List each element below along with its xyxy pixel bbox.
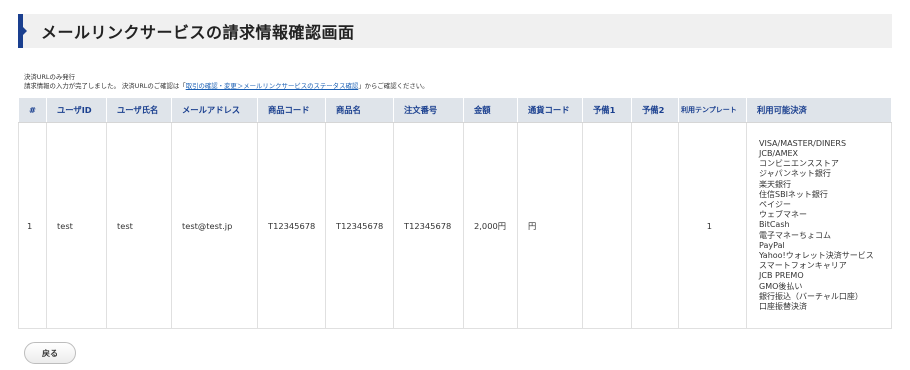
payment-method-item: JCB PREMO [759, 271, 804, 281]
payment-method-item: PayPal [759, 240, 785, 250]
table-header-row: # ユーザID ユーザ氏名 メールアドレス 商品コード 商品名 注文番号 金額 … [18, 97, 892, 123]
payment-method-item: スマートフォンキャリア [759, 261, 847, 271]
payment-method-item: 住信SBIネット銀行 [759, 189, 828, 199]
header-product-code: 商品コード [257, 97, 326, 123]
payment-method-item: ペイジー [759, 199, 791, 209]
cell-email: test@test.jp [171, 122, 258, 329]
header-order-number: 注文番号 [393, 97, 464, 123]
page-title: メールリンクサービスの請求情報確認画面 [41, 23, 355, 42]
cell-user-id: test [46, 122, 107, 329]
header-reserve-1: 予備1 [582, 97, 632, 123]
header-index: # [18, 97, 47, 123]
cell-template: 1 [678, 122, 747, 329]
header-product-name: 商品名 [325, 97, 394, 123]
title-accent-notch [23, 27, 27, 35]
completion-notes: 決済URLのみ発行 請求情報の入力が完了しました。 決済URLのご確認は「取引の… [24, 73, 429, 91]
billing-info-table: # ユーザID ユーザ氏名 メールアドレス 商品コード 商品名 注文番号 金額 … [18, 97, 892, 329]
cell-order-number: T12345678 [393, 122, 464, 329]
notes-line-2-suffix: 」からご確認ください。 [358, 82, 429, 90]
payment-method-item: JCB/AMEX [759, 148, 799, 158]
notes-line-2: 請求情報の入力が完了しました。 決済URLのご確認は「取引の確認・変更＞メールリ… [24, 82, 429, 91]
payment-method-item: GMO後払い [759, 281, 803, 291]
header-user-id: ユーザID [46, 97, 107, 123]
payment-method-item: 銀行振込（バーチャル口座） [759, 291, 863, 301]
payment-method-item: Yahoo!ウォレット決済サービス [759, 251, 874, 260]
cell-reserve-2 [631, 122, 679, 329]
page: メールリンクサービスの請求情報確認画面 決済URLのみ発行 請求情報の入力が完了… [0, 0, 910, 370]
cell-reserve-1 [582, 122, 632, 329]
header-payment-methods: 利用可能決済 [746, 97, 892, 123]
payment-method-item: 電子マネーちょコム [759, 230, 831, 240]
title-accent-bar [18, 14, 27, 48]
cell-amount: 2,000円 [463, 122, 518, 329]
cell-product-code: T12345678 [257, 122, 326, 329]
header-reserve-2: 予備2 [631, 97, 679, 123]
payment-method-item: コンビニエンスストア [759, 159, 839, 169]
payment-method-item: ジャパンネット銀行 [759, 169, 831, 179]
header-amount: 金額 [463, 97, 518, 123]
status-check-link[interactable]: 取引の確認・変更＞メールリンクサービスのステータス確認 [186, 82, 359, 90]
cell-currency: 円 [517, 122, 583, 329]
header-template: 利用テンプレート [678, 97, 747, 123]
table-row: 1 test test test@test.jp T12345678 T1234… [18, 122, 892, 329]
header-currency: 通貨コード [517, 97, 583, 123]
header-email: メールアドレス [171, 97, 258, 123]
payment-method-item: VISA/MASTER/DINERS [759, 138, 847, 148]
cell-user-name: test [106, 122, 172, 329]
payment-method-item: BitCash [759, 220, 790, 230]
title-bar: メールリンクサービスの請求情報確認画面 [18, 14, 892, 48]
cell-index: 1 [18, 122, 47, 329]
back-button[interactable]: 戻る [24, 342, 76, 364]
cell-payment-methods: VISA/MASTER/DINERS JCB/AMEX コンビニエンスストア ジ… [746, 122, 892, 329]
header-user-name: ユーザ氏名 [106, 97, 172, 123]
payment-method-item: 楽天銀行 [759, 179, 791, 189]
notes-line-2-prefix: 請求情報の入力が完了しました。 決済URLのご確認は「 [24, 82, 186, 90]
cell-product-name: T12345678 [325, 122, 394, 329]
payment-method-item: ウェブマネー [759, 210, 807, 220]
notes-line-1: 決済URLのみ発行 [24, 73, 76, 81]
payment-method-item: 口座振替決済 [759, 302, 807, 312]
